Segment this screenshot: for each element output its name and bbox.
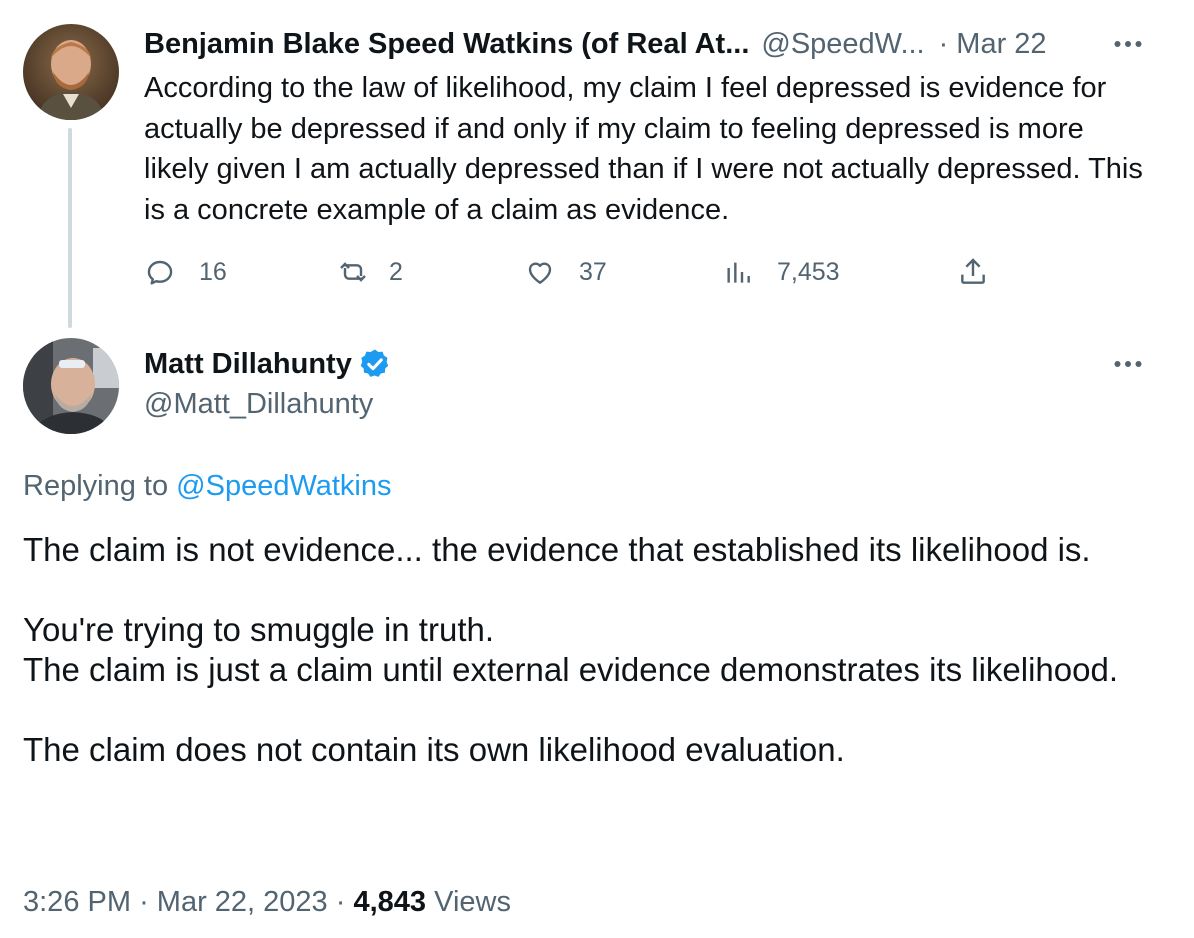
reply-icon — [147, 260, 173, 285]
like-count: 37 — [579, 257, 607, 286]
reply-button[interactable]: 16 — [144, 252, 227, 292]
reply-name-row: Matt Dillahunty — [144, 342, 392, 386]
tweet-meta-footer: 3:26 PM · Mar 22, 2023 · 4,843 Views — [23, 882, 511, 922]
retweet-icon — [340, 262, 366, 282]
reply-paragraph: You're trying to smuggle in truth. The c… — [23, 611, 1118, 688]
reply-avatar[interactable] — [23, 338, 119, 434]
views-icon — [727, 262, 750, 283]
tweet-date[interactable]: Mar 22, 2023 — [157, 886, 328, 918]
verified-badge-icon[interactable] — [358, 347, 392, 381]
share-button[interactable] — [957, 252, 989, 292]
like-icon — [528, 262, 552, 284]
reply-paragraph: The claim is not evidence... the evidenc… — [23, 531, 1091, 568]
views-count: 7,453 — [777, 257, 840, 286]
tweet-time[interactable]: 3:26 PM — [23, 886, 131, 918]
reply-more-button[interactable] — [1110, 346, 1146, 387]
parent-header: Benjamin Blake Speed Watkins (of Real At… — [144, 24, 1144, 64]
retweet-button[interactable]: 2 — [337, 252, 403, 292]
reply-author-handle[interactable]: @Matt_Dillahunty — [144, 384, 373, 424]
replying-to-line: Replying to @SpeedWatkins — [23, 466, 392, 506]
parent-author-name[interactable]: Benjamin Blake Speed Watkins (of Real At… — [144, 24, 749, 64]
more-icon — [1114, 41, 1142, 47]
avatar-photo — [23, 338, 119, 434]
more-icon — [1114, 361, 1142, 367]
reply-author-name[interactable]: Matt Dillahunty — [144, 348, 352, 381]
parent-author-handle[interactable]: @SpeedW... — [761, 24, 924, 64]
tweet-views-label: Views — [434, 886, 511, 918]
thread-line — [68, 128, 72, 328]
avatar-photo — [23, 24, 119, 120]
reply-count: 16 — [199, 257, 227, 286]
retweet-count: 2 — [389, 257, 403, 286]
replying-to-link[interactable]: @SpeedWatkins — [176, 470, 391, 502]
parent-date[interactable]: Mar 22 — [956, 24, 1046, 64]
reply-paragraph: The claim does not contain its own likel… — [23, 731, 845, 768]
tweet-views-count[interactable]: 4,843 — [353, 886, 426, 918]
reply-tweet-text: The claim is not evidence... the evidenc… — [23, 530, 1143, 810]
parent-avatar[interactable] — [23, 24, 119, 120]
header-separator: · — [938, 28, 949, 60]
footer-separator: · — [139, 886, 149, 918]
footer-separator: · — [335, 886, 346, 918]
parent-action-bar: 16 2 37 7,453 — [144, 252, 1004, 292]
share-icon — [961, 258, 985, 284]
like-button[interactable]: 37 — [524, 252, 607, 292]
parent-more-button[interactable] — [1110, 26, 1146, 67]
replying-to-label: Replying to — [23, 470, 169, 502]
parent-tweet-text: According to the law of likelihood, my c… — [144, 72, 1143, 226]
views-button[interactable]: 7,453 — [722, 252, 840, 292]
